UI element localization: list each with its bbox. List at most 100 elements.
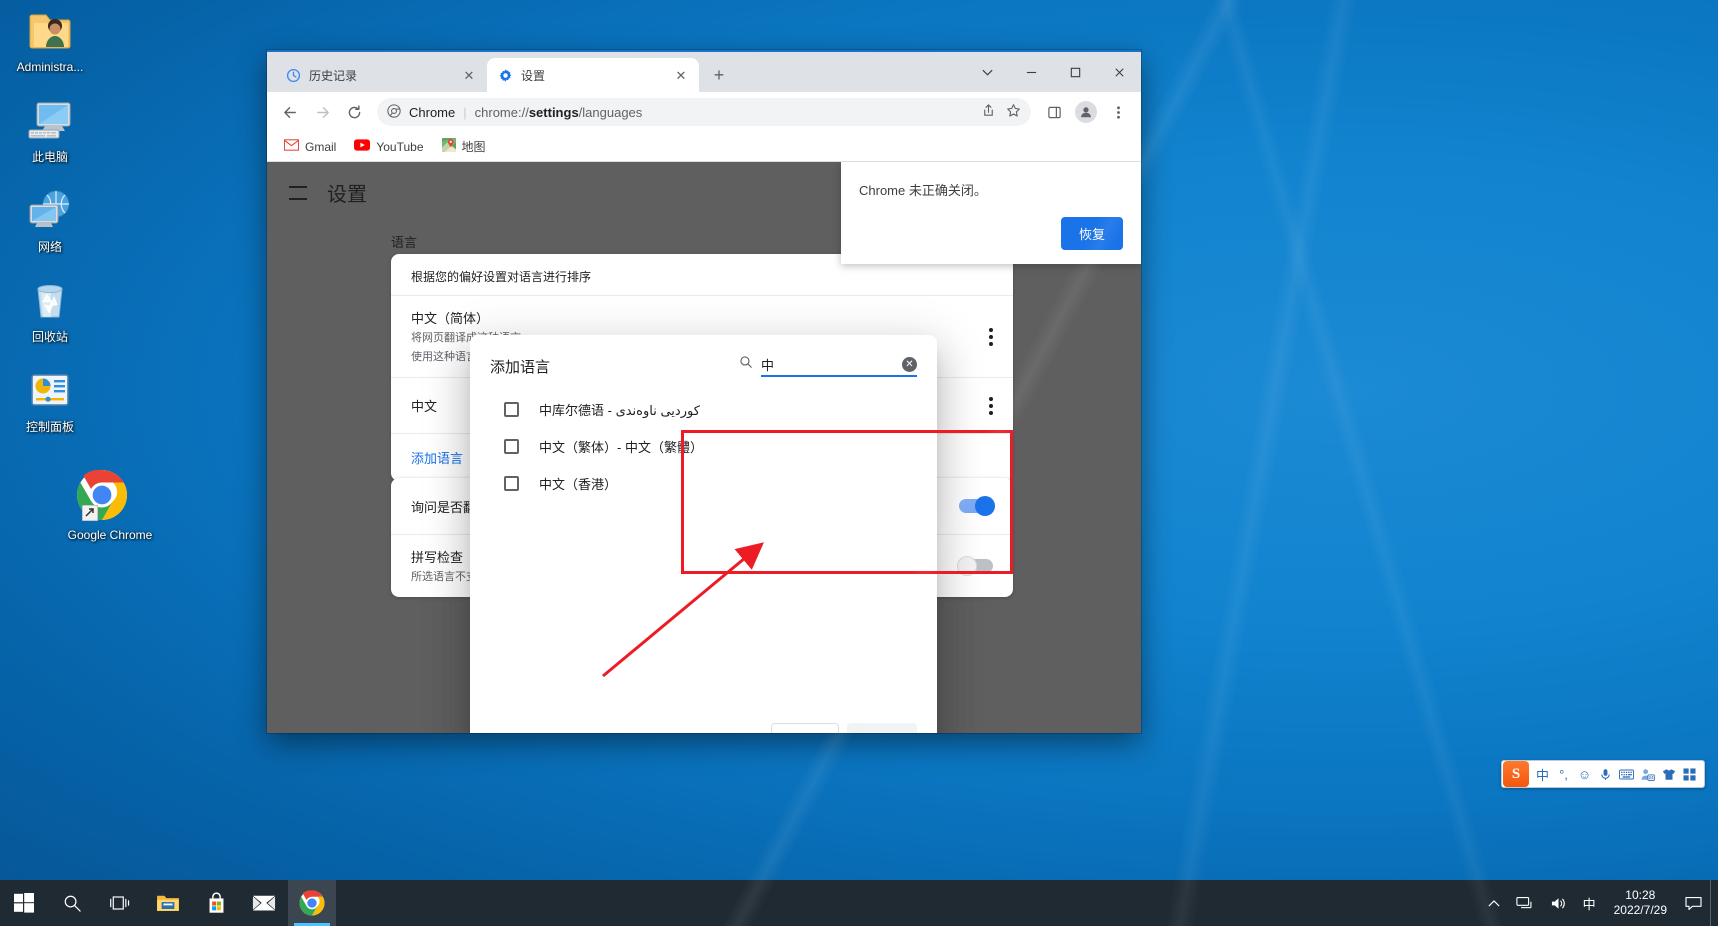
ime-emoji-icon[interactable]: ☺ <box>1574 761 1595 787</box>
ime-mode-icon[interactable]: 中 <box>1532 761 1553 787</box>
bookmark-gmail[interactable]: Gmail <box>277 136 343 157</box>
bookmark-youtube[interactable]: YouTube <box>347 136 430 157</box>
section-label-language: 语言 <box>391 235 418 250</box>
tray-overflow-icon[interactable] <box>1480 899 1508 908</box>
desktop-icon-label: Google Chrome <box>67 528 153 542</box>
sogou-logo-icon[interactable]: S <box>1503 761 1529 787</box>
language-option-label: 中文（香港） <box>539 477 618 492</box>
ime-voice-icon[interactable] <box>1595 761 1616 787</box>
clear-search-icon[interactable]: ✕ <box>902 357 917 372</box>
minimize-icon[interactable] <box>1009 52 1053 92</box>
three-dot-menu-icon[interactable] <box>1103 97 1133 127</box>
new-tab-button[interactable]: + <box>705 61 733 89</box>
desktop-icon-control-panel[interactable]: 控制面板 <box>4 366 96 434</box>
ime-punctuation-icon[interactable]: °, <box>1553 761 1574 787</box>
translate-toggle[interactable] <box>959 496 995 516</box>
hamburger-menu-icon[interactable] <box>289 185 307 200</box>
omnibox-separator: | <box>463 104 467 120</box>
search-input[interactable] <box>761 357 902 372</box>
share-icon[interactable] <box>981 103 996 121</box>
ime-skin-icon[interactable] <box>1658 761 1679 787</box>
ime-toolbox-icon[interactable] <box>1679 761 1700 787</box>
restore-message: Chrome 未正确关闭。 <box>859 183 987 198</box>
desktop-icon-recycle-bin[interactable]: 回收站 <box>4 276 96 344</box>
maximize-icon[interactable] <box>1053 52 1097 92</box>
history-icon <box>285 67 301 83</box>
tab-settings[interactable]: 设置 ✕ <box>487 58 699 92</box>
desktop-icon-label: 控制面板 <box>25 420 74 434</box>
tab-search-icon[interactable] <box>965 52 1009 92</box>
chrome-taskbar-button[interactable] <box>288 880 336 926</box>
forward-arrow-icon[interactable] <box>307 97 337 127</box>
desktop-icon-network[interactable]: 网络 <box>4 186 96 254</box>
dialog-search: ✕ <box>739 355 917 377</box>
file-explorer-button[interactable] <box>144 880 192 926</box>
show-desktop-button[interactable] <box>1710 880 1718 926</box>
omnibox-actions <box>981 103 1021 121</box>
google-maps-icon <box>441 138 456 155</box>
side-panel-icon[interactable] <box>1039 97 1069 127</box>
ime-calendar-icon[interactable]: 24 <box>1637 761 1658 787</box>
this-pc-icon <box>4 96 96 146</box>
restore-button[interactable]: 恢复 <box>1060 217 1123 250</box>
desktop-icon-administrator[interactable]: Administra... <box>4 6 96 74</box>
volume-tray-icon[interactable] <box>1542 896 1575 911</box>
gmail-icon <box>283 139 300 154</box>
network-tray-icon[interactable] <box>1508 896 1542 911</box>
svg-text:24: 24 <box>1649 775 1654 780</box>
settings-page: 设置 语言 根据您的偏好设置对语言进行排序 中文（简体） 将网页翻译成这种语言 … <box>267 162 1141 733</box>
sogou-ime-toolbar[interactable]: S 中 °, ☺ 24 <box>1501 760 1705 788</box>
spellcheck-toggle[interactable] <box>957 556 993 576</box>
ime-keyboard-icon[interactable] <box>1616 761 1637 787</box>
page-title: 设置 <box>327 184 367 206</box>
bookmark-label: YouTube <box>376 139 424 154</box>
language-option-label: 中库尔德语 - کوردیی ناوەندی <box>539 403 700 418</box>
reload-icon[interactable] <box>339 97 369 127</box>
desktop: Administra... 此电脑 网络 回收站 控制面板 Google Chr… <box>0 0 1718 926</box>
address-bar[interactable]: Chrome | chrome://settings/languages <box>377 98 1031 126</box>
desktop-icon-label: 网络 <box>37 240 62 254</box>
language-checkbox[interactable] <box>504 439 519 454</box>
system-tray: 中 10:28 2022/7/29 <box>1480 880 1718 926</box>
language-option[interactable]: 中库尔德语 - کوردیی ناوەندی <box>470 391 937 428</box>
language-row-title: 中文（简体） <box>411 311 490 326</box>
language-row-menu-icon[interactable] <box>989 396 993 415</box>
profile-avatar-icon[interactable] <box>1071 97 1101 127</box>
microsoft-store-button[interactable] <box>192 880 240 926</box>
control-panel-icon <box>4 366 96 416</box>
tab-title: 设置 <box>521 68 546 83</box>
start-button[interactable] <box>0 880 48 926</box>
bookmark-maps[interactable]: 地图 <box>435 135 493 158</box>
ime-tray-indicator[interactable]: 中 <box>1575 894 1604 913</box>
language-option[interactable]: 中文（香港） <box>470 465 937 502</box>
cancel-button[interactable]: 取消 <box>770 723 839 733</box>
language-options-list: 中库尔德语 - کوردیی ناوەندی 中文（繁体）- 中文（繁體） 中文… <box>470 377 937 707</box>
bookmark-label: 地图 <box>461 140 486 154</box>
language-checkbox[interactable] <box>504 476 519 491</box>
notification-icon[interactable] <box>1677 896 1710 911</box>
back-arrow-icon[interactable] <box>275 97 305 127</box>
desktop-icon-this-pc[interactable]: 此电脑 <box>4 96 96 164</box>
star-icon[interactable] <box>1006 103 1021 121</box>
language-row-menu-icon[interactable] <box>989 327 993 346</box>
desktop-icon-label: 此电脑 <box>31 150 68 164</box>
search-button[interactable] <box>48 880 96 926</box>
desktop-icon-label: 回收站 <box>31 330 68 344</box>
language-option[interactable]: 中文（繁体）- 中文（繁體） <box>470 428 937 465</box>
clock-time: 10:28 <box>1625 888 1656 902</box>
dialog-title: 添加语言 <box>490 358 551 376</box>
dialog-header: 添加语言 ✕ <box>470 335 937 377</box>
mail-button[interactable] <box>240 880 288 926</box>
tab-strip: 历史记录 ✕ 设置 ✕ + <box>267 52 1141 92</box>
tab-close-icon[interactable]: ✕ <box>461 67 477 83</box>
settings-gear-icon <box>497 67 513 83</box>
desktop-icon-google-chrome[interactable]: Google Chrome <box>62 466 158 542</box>
close-icon[interactable] <box>1097 52 1141 92</box>
language-checkbox[interactable] <box>504 402 519 417</box>
youtube-icon <box>354 139 371 154</box>
taskbar-clock[interactable]: 10:28 2022/7/29 <box>1604 888 1677 918</box>
tab-close-icon[interactable]: ✕ <box>673 67 689 83</box>
tab-history[interactable]: 历史记录 ✕ <box>275 58 487 92</box>
task-view-button[interactable] <box>96 880 144 926</box>
network-icon <box>4 186 96 236</box>
